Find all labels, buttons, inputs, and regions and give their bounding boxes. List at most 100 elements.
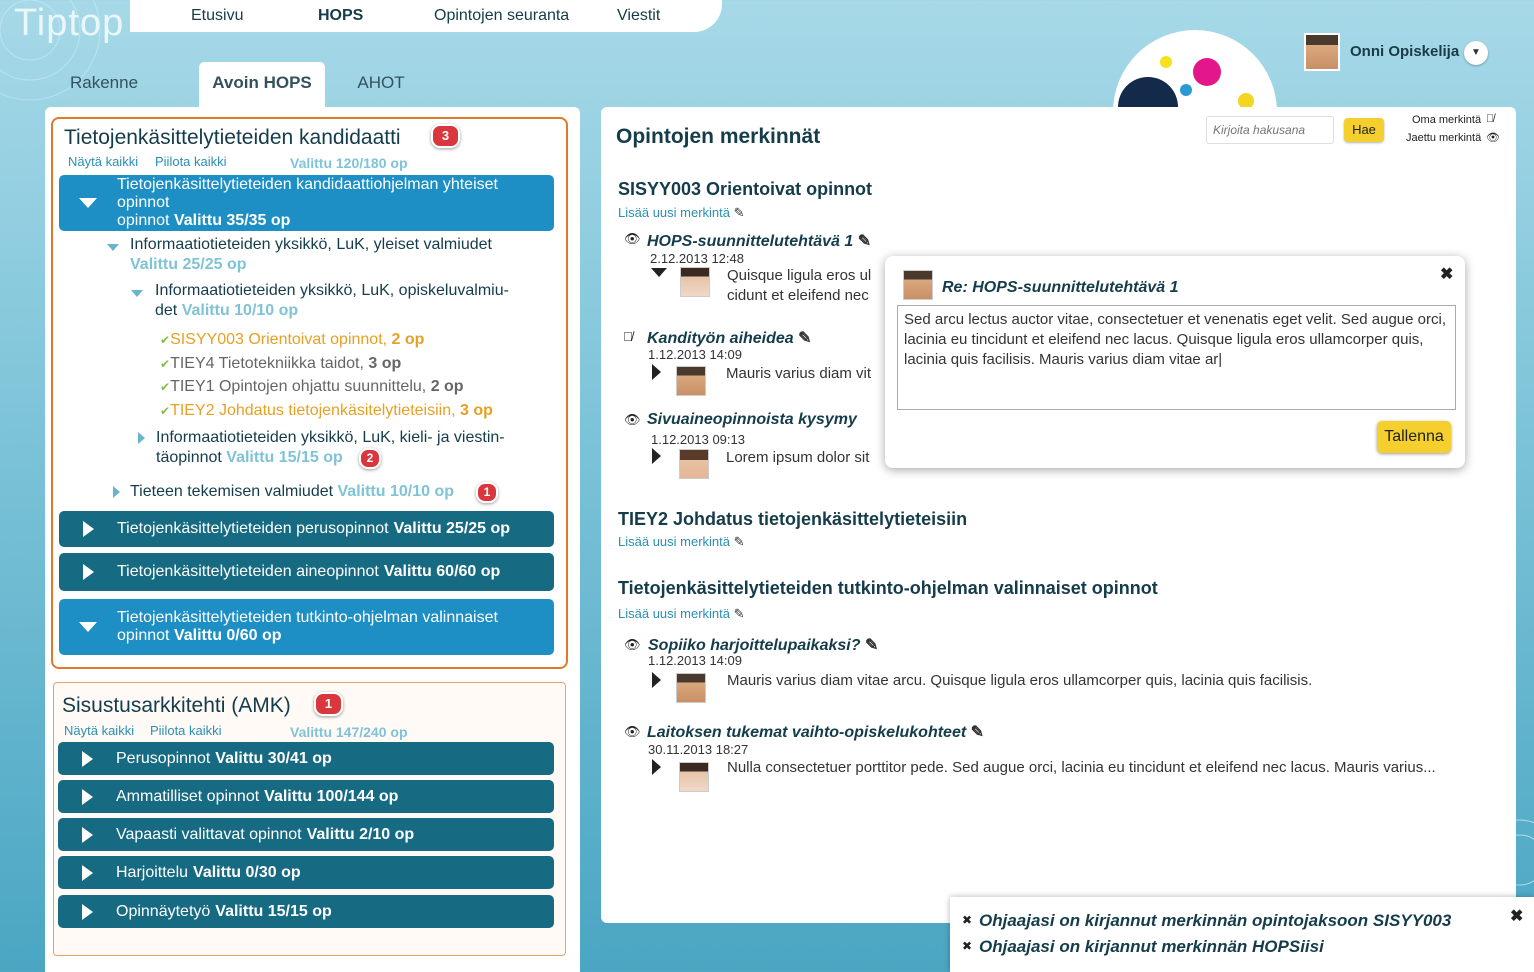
note-text: Mauris varius diam vitae arcu. Quisque l… [727, 672, 1313, 689]
expand-triangle-icon[interactable] [652, 759, 661, 775]
search-button[interactable]: Hae [1344, 118, 1384, 142]
module-bar-perusopinnot[interactable]: Tietojenkäsittelytieteiden perusopinnot V… [59, 511, 554, 547]
eye-icon: 👁 [624, 637, 641, 652]
nav-hops[interactable]: HOPS [318, 7, 363, 25]
eye-icon: 👁 [624, 412, 641, 427]
tree-node-label-cont: det [155, 302, 178, 319]
hide-all-link[interactable]: Piilota kaikki [155, 154, 227, 169]
edit-pencil-icon: ✎ [857, 233, 872, 250]
hide-all-link[interactable]: Piilota kaikki [150, 723, 222, 738]
expand-triangle-icon[interactable] [652, 672, 661, 688]
edit-pencil-icon: ✎ [864, 637, 879, 654]
tree-node-valittu: Valittu 10/10 op [337, 483, 454, 500]
user-avatar[interactable] [1304, 33, 1340, 71]
note-title[interactable]: HOPS-suunnittelutehtävä 1 ✎ [647, 231, 871, 251]
nav-viestit[interactable]: Viestit [617, 7, 660, 25]
course-item[interactable]: ✔TIEY2 Johdatus tietojenkäsitelytieteisi… [160, 402, 493, 420]
note-text: Quisque ligula eros ul [727, 267, 872, 284]
show-all-link[interactable]: Näytä kaikki [64, 723, 134, 738]
expand-triangle-icon [82, 751, 93, 767]
legend-shared-note: Jaettu merkintä [1406, 132, 1482, 144]
module-bar-vapaasti-valittavat[interactable]: Vapaasti valittavat opinnot Valittu 2/10 … [58, 818, 554, 851]
user-name[interactable]: Onni Opiskelija [1350, 43, 1459, 60]
popup-title: Re: HOPS-suunnittelutehtävä 1 [942, 279, 1179, 296]
notification-badge: 3 [431, 124, 460, 148]
expand-triangle-icon[interactable] [138, 432, 145, 444]
course-item[interactable]: ✔TIEY4 Tietotekniikka taidot, 3 op [160, 355, 401, 373]
program-title[interactable]: Sisustusarkkitehti (AMK) [62, 694, 291, 718]
close-icon[interactable]: ✖ [1440, 264, 1453, 284]
program-valittu: Valittu 120/180 op [290, 155, 408, 171]
notification-badge: 1 [314, 692, 343, 716]
avatar [676, 673, 706, 703]
save-button[interactable]: Tallenna [1377, 421, 1451, 453]
module-bar-opinnaytetyo[interactable]: Opinnäytetyö Valittu 15/15 op [58, 895, 554, 928]
module-valittu: Valittu 25/25 op [393, 520, 511, 537]
dismiss-close-icon[interactable]: ✖ [962, 939, 972, 953]
notification-item[interactable]: Ohjaajasi on kirjannut merkinnän opintoj… [979, 911, 1451, 931]
add-note-link[interactable]: Lisää uusi merkintä ✎ [618, 606, 745, 622]
check-icon: ✔ [160, 357, 171, 371]
collapse-triangle-icon[interactable] [651, 268, 667, 277]
notification-badge: 2 [359, 448, 381, 469]
tree-node-kieli-viestinta[interactable]: Informaatiotieteiden yksikkö, LuK, kieli… [156, 429, 505, 447]
avatar [676, 366, 706, 396]
module-bar-ammatilliset[interactable]: Ammatilliset opinnot Valittu 100/144 op [58, 780, 554, 813]
module-label: Tietojenkäsittelytieteiden perusopinnot [117, 520, 389, 537]
program-title[interactable]: Tietojenkäsittelytieteiden kandidaatti [64, 126, 401, 150]
expand-triangle-icon[interactable] [652, 448, 661, 464]
expand-triangle-icon[interactable] [113, 486, 120, 498]
user-menu-chevron-down-icon[interactable]: ▼ [1464, 41, 1488, 65]
add-note-link[interactable]: Lisää uusi merkintä ✎ [618, 534, 745, 550]
nav-etusivu[interactable]: Etusivu [191, 7, 243, 25]
module-bar-perusopinnot[interactable]: Perusopinnot Valittu 30/41 op [58, 742, 554, 775]
tab-rakenne[interactable]: Rakenne [64, 62, 144, 108]
dismiss-close-icon[interactable]: ✖ [962, 913, 972, 927]
course-item[interactable]: ✔SISYY003 Orientoivat opinnot, 2 op [160, 331, 424, 349]
note-date: 1.12.2013 14:09 [648, 653, 742, 668]
avatar [679, 762, 709, 792]
tree-node-tieteen-tekeminen[interactable]: Tieteen tekemisen valmiudet [130, 483, 333, 500]
tree-node-yleiset-valmiudet[interactable]: Informaatiotieteiden yksikkö, LuK, yleis… [130, 236, 492, 254]
tree-node-opiskeluvalmiudet[interactable]: Informaatiotieteiden yksikkö, LuK, opisk… [155, 282, 509, 300]
expand-triangle-icon[interactable] [652, 364, 661, 380]
program-valittu: Valittu 147/240 op [290, 724, 408, 740]
module-valittu: Valittu 0/30 op [193, 863, 301, 881]
check-icon: ✔ [160, 333, 171, 347]
collapse-triangle-icon[interactable] [131, 290, 143, 297]
collapse-triangle-icon [79, 622, 97, 632]
note-title[interactable]: Sivuaineopinnoista kysymy [647, 411, 857, 429]
course-item[interactable]: ✔TIEY1 Opintojen ohjattu suunnittelu, 2 … [160, 378, 464, 396]
module-label: Vapaasti valittavat opinnot [116, 825, 302, 843]
tab-avoin-hops[interactable]: Avoin HOPS [199, 62, 325, 108]
eye-icon: 👁 [624, 724, 641, 739]
note-date: 2.12.2013 12:48 [650, 251, 744, 266]
notes-panel-title: Opintojen merkinnät [616, 125, 821, 148]
note-title[interactable]: Kandityön aiheidea ✎ [647, 328, 812, 348]
section-title: Tietojenkäsittelytieteiden tutkinto-ohje… [618, 578, 1158, 598]
show-all-link[interactable]: Näytä kaikki [68, 154, 138, 169]
nav-opintojen-seuranta[interactable]: Opintojen seuranta [434, 7, 569, 25]
module-bar-valinnaiset-opinnot[interactable]: Tietojenkäsittelytieteiden tutkinto-ohje… [59, 599, 554, 655]
note-title[interactable]: Laitoksen tukemat vaihto-opiskelukohteet… [647, 722, 984, 742]
note-date: 30.11.2013 18:27 [648, 742, 749, 757]
note-title[interactable]: Sopiiko harjoittelupaikaksi? ✎ [648, 635, 878, 655]
reply-textarea[interactable]: Sed arcu lectus auctor vitae, consectetu… [897, 305, 1456, 410]
tree-node-valittu: Valittu 15/15 op [226, 449, 343, 466]
search-input[interactable] [1206, 116, 1334, 144]
module-label: Tietojenkäsittelytieteiden tutkinto-ohje… [117, 609, 498, 626]
collapse-triangle-icon[interactable] [107, 244, 119, 251]
add-note-link[interactable]: Lisää uusi merkintä ✎ [618, 205, 745, 221]
notification-item[interactable]: Ohjaajasi on kirjannut merkinnän HOPSiis… [979, 937, 1324, 957]
module-bar-aineopinnot[interactable]: Tietojenkäsittelytieteiden aineopinnot Va… [59, 553, 554, 591]
app-logo[interactable]: Tiptop [14, 2, 124, 45]
notification-badge: 1 [476, 482, 498, 503]
expand-triangle-icon [82, 865, 93, 881]
module-bar-yhteiset-opinnot[interactable]: Tietojenkäsittelytieteiden kandidaattioh… [59, 175, 554, 231]
module-bar-harjoittelu[interactable]: Harjoittelu Valittu 0/30 op [58, 856, 554, 889]
module-valittu: Valittu 60/60 op [383, 563, 501, 580]
expand-triangle-icon [82, 827, 93, 843]
close-icon[interactable]: ✖ [1510, 906, 1523, 926]
tab-ahot[interactable]: AHOT [348, 62, 414, 108]
eye-icon: 👁 [624, 231, 641, 246]
